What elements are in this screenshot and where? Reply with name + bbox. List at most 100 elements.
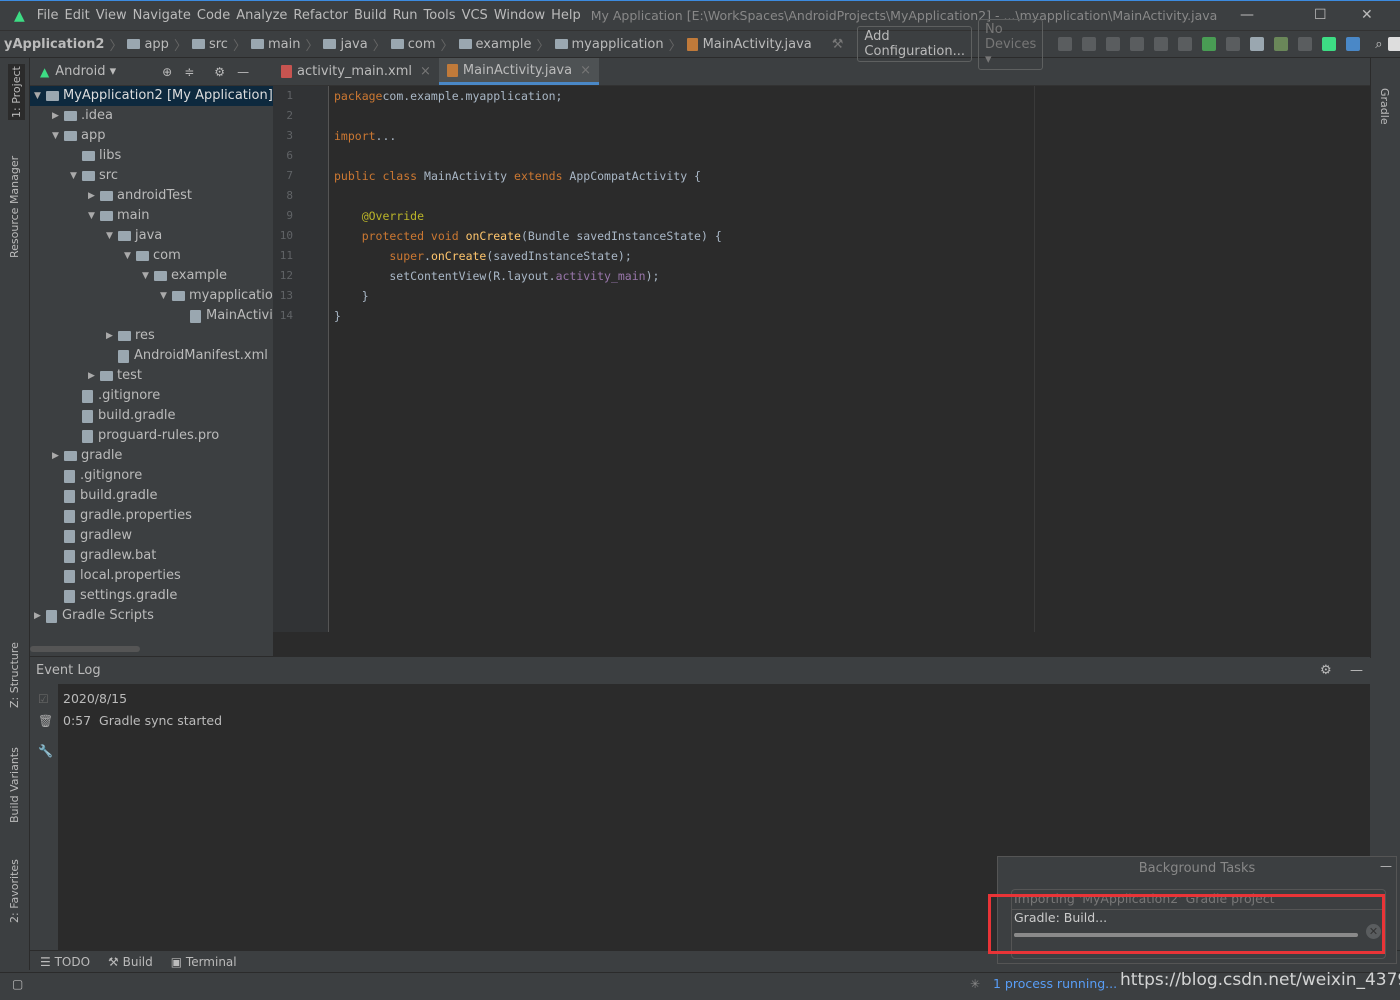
tree-horizontal-scrollbar[interactable] (30, 646, 140, 652)
resource-manager-tab[interactable]: Resource Manager (8, 156, 21, 258)
tree-node[interactable]: ▶ Gradle Scripts (30, 606, 154, 626)
tree-node[interactable]: MainActivity (30, 306, 273, 326)
tree-node[interactable]: ▼ example (30, 266, 227, 286)
todo-tab[interactable]: ☰ TODO (40, 955, 90, 969)
hide-icon[interactable]: — (1350, 663, 1363, 678)
collapsed-arrow-icon[interactable]: ▶ (106, 326, 118, 346)
build-tab[interactable]: ⚒ Build (108, 955, 153, 969)
tree-node[interactable]: ▼ src (30, 166, 118, 186)
collapsed-arrow-icon[interactable]: ▶ (34, 606, 46, 626)
menu-run[interactable]: Run (393, 8, 418, 23)
debug-icon[interactable] (1130, 36, 1145, 51)
breadcrumb-item[interactable]: MainActivity.java (686, 35, 812, 54)
avd-manager-icon[interactable] (1274, 36, 1289, 51)
tree-node[interactable]: ▼ java (30, 226, 162, 246)
account-icon[interactable] (1387, 36, 1400, 51)
sync-gradle-icon[interactable] (1298, 36, 1313, 51)
tree-node[interactable]: gradlew (30, 526, 132, 546)
tree-node[interactable]: ▶ gradle (30, 446, 122, 466)
gear-icon[interactable]: ⚙ (214, 65, 225, 79)
breadcrumb-item[interactable]: main 〉 (250, 35, 324, 54)
menu-help[interactable]: Help (551, 8, 581, 23)
collapsed-arrow-icon[interactable]: ▶ (52, 106, 64, 126)
attach-debugger-icon[interactable] (1202, 36, 1217, 51)
tree-node[interactable]: ▶ .idea (30, 106, 113, 126)
hide-icon[interactable]: — (1380, 859, 1392, 873)
close-button[interactable]: ✕ (1361, 7, 1373, 23)
terminal-tab[interactable]: ▣ Terminal (171, 955, 237, 969)
expanded-arrow-icon[interactable]: ▼ (52, 126, 64, 146)
project-view-select[interactable]: Android ▾ (55, 64, 116, 79)
maximize-button[interactable]: ☐ (1314, 7, 1327, 23)
tree-node[interactable]: settings.gradle (30, 586, 177, 606)
tree-node[interactable]: local.properties (30, 566, 181, 586)
code-editor[interactable]: packagecom.example.myapplication; import.… (329, 86, 1370, 632)
tree-node[interactable]: ▼ main (30, 206, 149, 226)
coverage-icon[interactable] (1154, 36, 1169, 51)
tree-node[interactable]: proguard-rules.pro (30, 426, 219, 446)
expanded-arrow-icon[interactable]: ▼ (106, 226, 118, 246)
tree-node[interactable]: build.gradle (30, 406, 176, 426)
tree-node[interactable]: gradle.properties (30, 506, 192, 526)
expanded-arrow-icon[interactable]: ▼ (160, 286, 172, 306)
menu-build[interactable]: Build (354, 8, 387, 23)
add-configuration-button[interactable]: Add Configuration... (857, 26, 972, 62)
menu-code[interactable]: Code (197, 8, 230, 23)
tree-node[interactable]: .gitignore (30, 386, 160, 406)
menu-window[interactable]: Window (494, 8, 545, 23)
collapsed-arrow-icon[interactable]: ▶ (88, 366, 100, 386)
run-icon[interactable] (1058, 36, 1073, 51)
build-variants-tab[interactable]: Build Variants (8, 747, 21, 823)
wrench-icon[interactable]: 🔧 (38, 744, 53, 758)
close-tab-icon[interactable]: × (580, 63, 591, 78)
menu-refactor[interactable]: Refactor (293, 8, 348, 23)
search-icon[interactable]: ⌕ (1375, 37, 1382, 52)
tree-node[interactable]: AndroidManifest.xml (30, 346, 268, 366)
profile-icon[interactable] (1178, 36, 1193, 51)
gradle-tab[interactable]: Gradle (1378, 88, 1391, 125)
sdk-manager-icon[interactable] (1346, 36, 1361, 51)
expanded-arrow-icon[interactable]: ▼ (88, 206, 100, 226)
tree-node[interactable]: ▼ app (30, 126, 105, 146)
locate-icon[interactable]: ⊕ (162, 65, 172, 79)
project-structure-icon[interactable] (1250, 36, 1265, 51)
trash-icon[interactable]: 🗑 (38, 714, 53, 728)
expanded-arrow-icon[interactable]: ▼ (124, 246, 136, 266)
editor-tab[interactable]: activity_main.xml × (273, 58, 439, 85)
gear-icon[interactable]: ⚙ (1320, 663, 1332, 678)
collapsed-arrow-icon[interactable]: ▶ (52, 446, 64, 466)
menu-vcs[interactable]: VCS (462, 8, 488, 23)
build-hammer-icon[interactable]: ⚒ (832, 37, 844, 52)
breadcrumb-item[interactable]: example 〉 (458, 35, 555, 54)
menu-view[interactable]: View (96, 8, 127, 23)
breadcrumb-item[interactable]: app 〉 (127, 35, 192, 54)
editor-tab[interactable]: MainActivity.java × (438, 58, 599, 85)
tree-node[interactable]: build.gradle (30, 486, 158, 506)
tree-node[interactable]: gradlew.bat (30, 546, 156, 566)
apply-code-changes-icon[interactable] (1106, 36, 1121, 51)
tree-node[interactable]: ▼ MyApplication2 [My Application] (30, 86, 273, 106)
breadcrumb-item[interactable]: java 〉 (323, 35, 390, 54)
breadcrumb-item[interactable]: yApplication2 〉 (4, 35, 127, 54)
breadcrumb-item[interactable]: com 〉 (390, 35, 459, 54)
device-file-icon[interactable] (1322, 36, 1337, 51)
menu-edit[interactable]: Edit (65, 8, 90, 23)
collapsed-arrow-icon[interactable]: ▶ (88, 186, 100, 206)
apply-changes-icon[interactable] (1082, 36, 1097, 51)
stop-icon[interactable] (1226, 36, 1241, 51)
menu-file[interactable]: File (37, 8, 59, 23)
editor-horizontal-scrollbar[interactable] (273, 632, 1370, 656)
breadcrumb-item[interactable]: src 〉 (191, 35, 251, 54)
mark-read-icon[interactable]: ☑ (38, 692, 50, 706)
tree-node[interactable]: ▼ com (30, 246, 181, 266)
expanded-arrow-icon[interactable]: ▼ (34, 86, 46, 106)
structure-tab[interactable]: Z: Structure (8, 642, 21, 708)
favorites-tab[interactable]: 2: Favorites (8, 859, 21, 923)
menu-tools[interactable]: Tools (424, 8, 456, 23)
tree-node[interactable]: ▼ myapplication (30, 286, 273, 306)
toggle-tool-windows-icon[interactable]: ▢ (12, 977, 23, 991)
tree-node[interactable]: ▶ res (30, 326, 155, 346)
tree-node[interactable]: libs (30, 146, 121, 166)
menu-navigate[interactable]: Navigate (133, 8, 191, 23)
hide-icon[interactable]: — (237, 65, 249, 79)
